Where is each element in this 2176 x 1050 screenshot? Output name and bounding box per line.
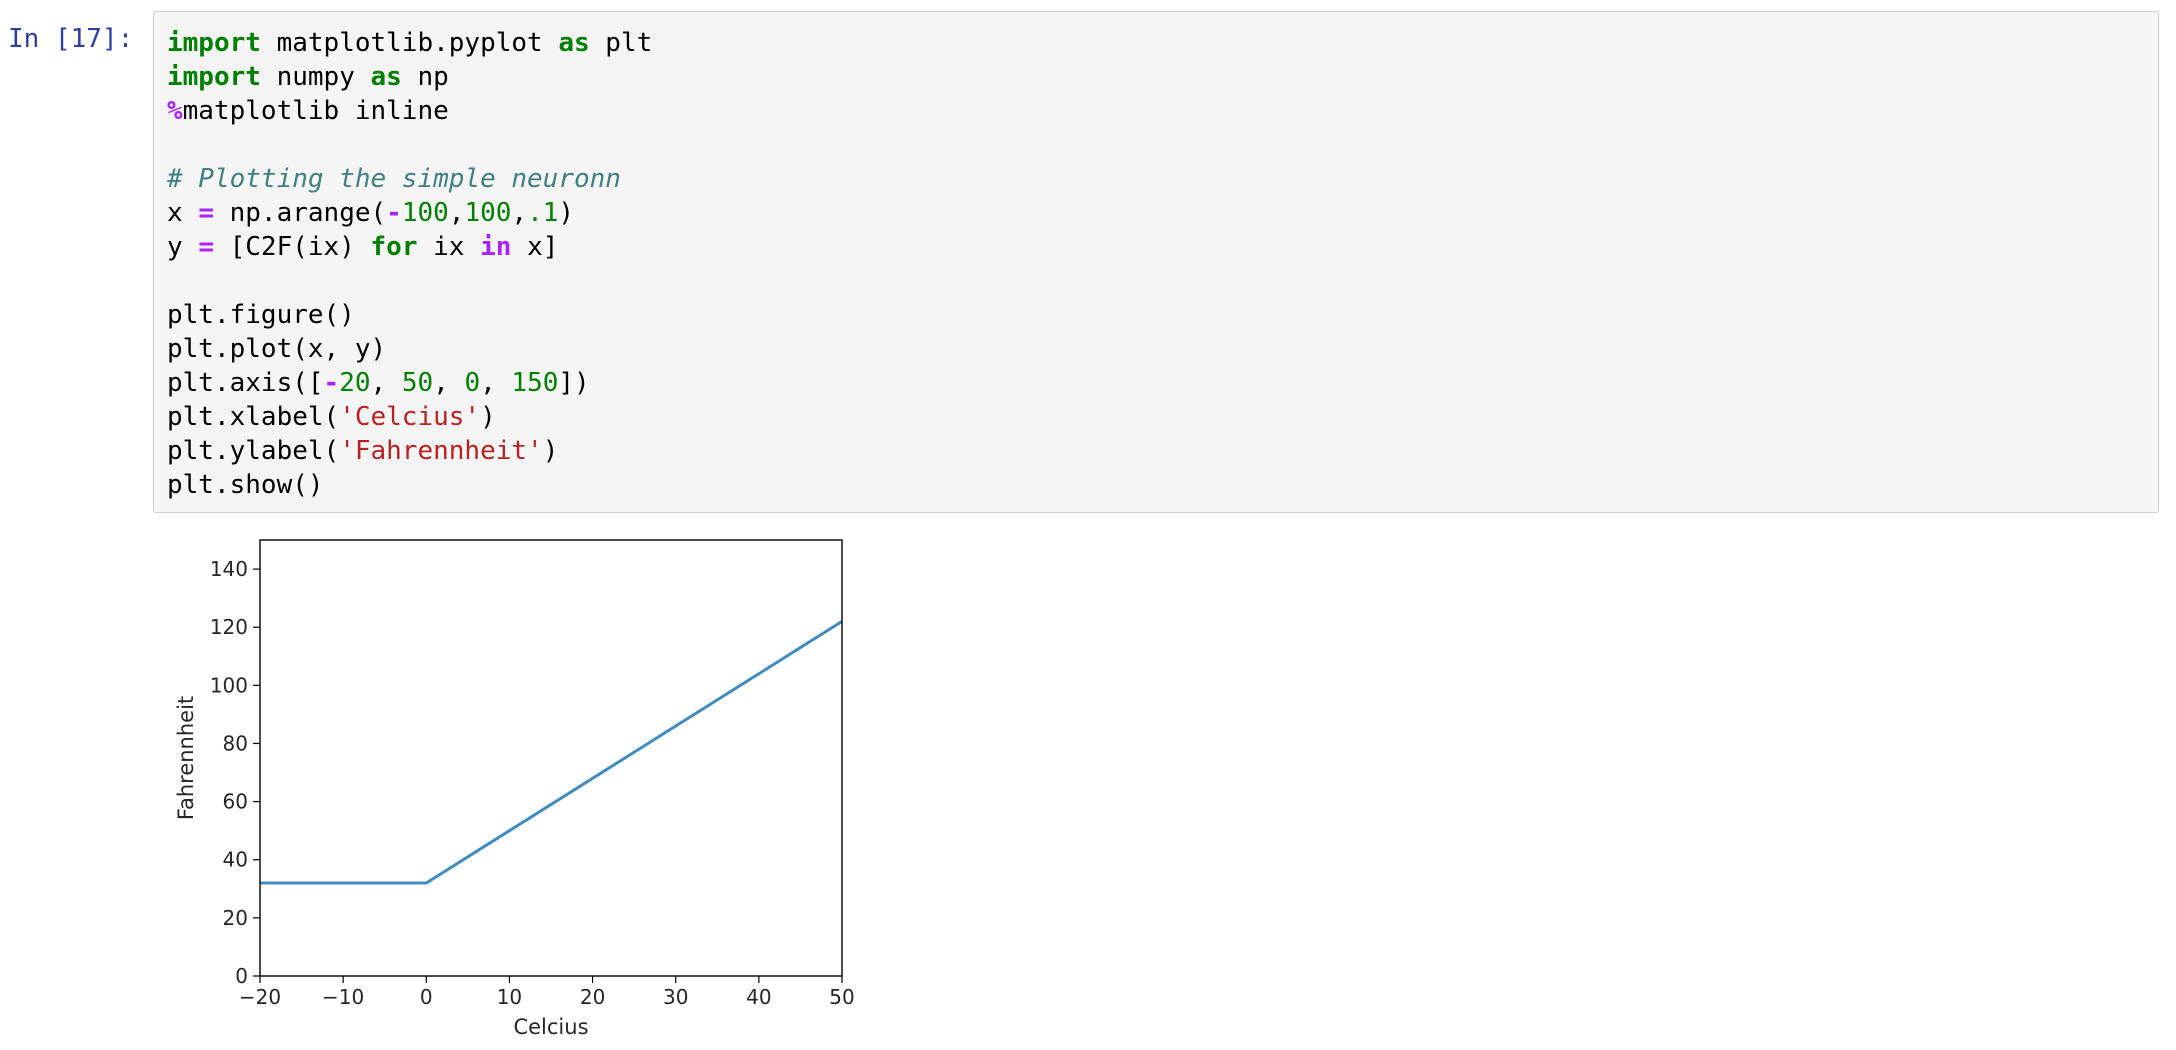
y-tick-label: 140 — [210, 557, 248, 581]
code-token: 50 — [401, 368, 434, 398]
y-tick-label: 0 — [235, 964, 248, 988]
code-line: plt.xlabel('Celcius') — [167, 400, 652, 434]
code-token: = — [198, 232, 214, 262]
code-token: 'Fahrennheit' — [339, 436, 543, 466]
code-token: , — [480, 368, 512, 398]
x-tick-label: 40 — [746, 985, 771, 1009]
line-chart: −20 −10 0 10 20 30 40 50 0 20 40 60 80 100 120 140 Celci… — [174, 539, 855, 1039]
y-tick-label: 40 — [223, 848, 248, 872]
code-token: 'Celcius' — [339, 402, 481, 432]
code-token: , — [448, 198, 465, 228]
code-token: plt — [589, 28, 653, 58]
code-token: plt.xlabel( — [167, 402, 340, 432]
y-axis-label: Fahrennheit — [174, 696, 198, 820]
code-token: for — [370, 232, 418, 262]
code-token: , — [433, 368, 465, 398]
code-token: np.arange( — [213, 198, 387, 228]
code-token: - — [386, 198, 402, 228]
code-line: x = np.arange(-100,100,.1) — [167, 196, 652, 230]
code-token: plt.show() — [167, 470, 324, 500]
code-token: .1 — [527, 198, 559, 228]
code-token: import — [167, 28, 261, 58]
x-tick-label: −20 — [239, 985, 281, 1009]
x-tick-label: −10 — [322, 985, 364, 1009]
y-tick-label: 20 — [223, 906, 248, 930]
code-token: import — [167, 62, 261, 92]
code-token: np — [401, 62, 449, 92]
code-line: %matplotlib inline — [167, 94, 652, 128]
plot-area — [260, 540, 842, 976]
code-token: plt.axis([ — [167, 368, 324, 398]
code-token: in — [480, 232, 512, 262]
code-token: matplotlib inline — [182, 96, 449, 126]
code-line: plt.plot(x, y) — [167, 332, 652, 366]
code-line: import matplotlib.pyplot as plt — [167, 26, 652, 60]
code-token: 150 — [511, 368, 559, 398]
code-token: 0 — [464, 368, 481, 398]
code-token: x — [167, 198, 199, 228]
y-tick-label: 80 — [223, 731, 248, 755]
cell-prompt: In [17]: — [8, 24, 134, 54]
code-token: ) — [480, 402, 496, 432]
code-line: plt.axis([-20, 50, 0, 150]) — [167, 366, 652, 400]
code-token: ]) — [558, 368, 590, 398]
y-tick-label: 60 — [223, 790, 248, 814]
x-tick-label: 10 — [497, 985, 522, 1009]
code-token: , — [370, 368, 402, 398]
code-token: [C2F(ix) — [213, 232, 371, 262]
code-line: y = [C2F(ix) for ix in x] — [167, 230, 652, 264]
x-tick-label: 20 — [580, 985, 605, 1009]
code-line: plt.figure() — [167, 298, 652, 332]
code-editor[interactable]: import matplotlib.pyplot as plt import nu… — [167, 26, 652, 502]
code-line: plt.show() — [167, 468, 652, 502]
code-token: ) — [558, 198, 575, 228]
code-token: % — [167, 96, 183, 126]
x-tick-label: 30 — [663, 985, 688, 1009]
code-line: import numpy as np — [167, 60, 652, 94]
x-tick-label: 0 — [420, 985, 433, 1009]
cell-output: −20 −10 0 10 20 30 40 50 0 20 40 60 80 100 120 140 Celci… — [153, 525, 953, 1045]
code-token: ix — [417, 232, 481, 262]
code-line: # Plotting the simple neuronn — [167, 162, 652, 196]
code-token: as — [558, 28, 590, 58]
code-token: 20 — [339, 368, 371, 398]
code-token: matplotlib.pyplot — [260, 28, 559, 58]
code-token: - — [323, 368, 340, 398]
code-token: y — [167, 232, 199, 262]
code-token: numpy — [260, 62, 371, 92]
code-token: plt.figure() — [167, 300, 355, 330]
code-token: x] — [511, 232, 559, 262]
y-tick-label: 100 — [210, 673, 248, 697]
x-tick-label: 50 — [829, 985, 854, 1009]
code-token: plt.ylabel( — [167, 436, 340, 466]
code-token: plt.plot(x, y) — [167, 334, 387, 364]
code-token: 100 — [464, 198, 512, 228]
code-token: = — [198, 198, 214, 228]
code-token: as — [370, 62, 402, 92]
code-cell-input[interactable]: import matplotlib.pyplot as plt import nu… — [153, 11, 2159, 513]
code-line: plt.ylabel('Fahrennheit') — [167, 434, 652, 468]
code-token: , — [511, 198, 528, 228]
code-token: 100 — [401, 198, 449, 228]
x-axis-label: Celcius — [513, 1015, 588, 1039]
y-tick-label: 120 — [210, 615, 248, 639]
code-token: # Plotting the simple neuronn — [167, 164, 621, 194]
code-token: ) — [542, 436, 559, 466]
